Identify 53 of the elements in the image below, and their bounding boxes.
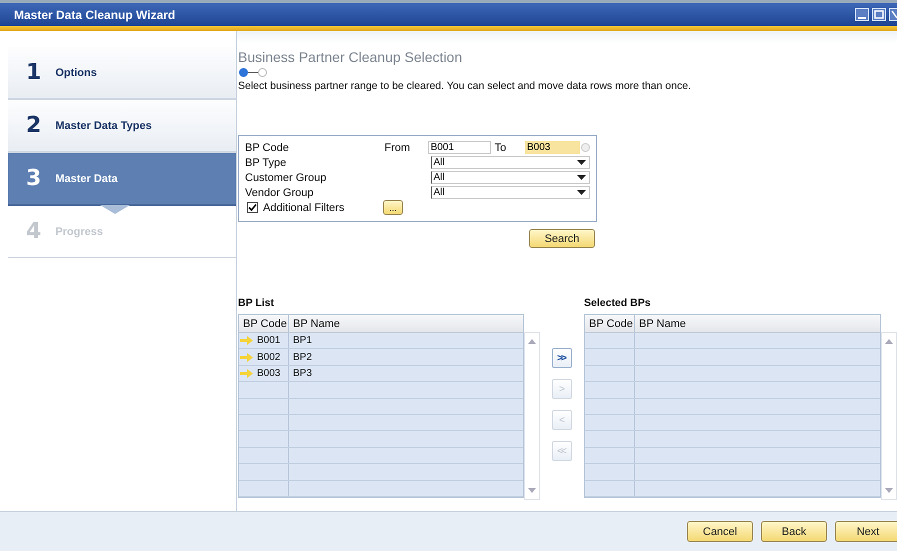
list-title: Selected BPs xyxy=(584,297,652,309)
input-field[interactable]: B001 xyxy=(428,141,491,154)
field-label: Vendor Group xyxy=(245,186,314,198)
arrow-icon xyxy=(240,368,253,378)
lookup-icon[interactable] xyxy=(580,143,590,152)
column-header: BP Name xyxy=(638,316,687,332)
scroll-up-icon[interactable] xyxy=(528,339,536,344)
instruction-text: Select business partner range to be cleared. You can select and move data rows more than once. xyxy=(238,80,692,92)
more-button[interactable]: ... xyxy=(383,200,403,215)
scrollbar[interactable] xyxy=(881,332,897,500)
search-button[interactable]: Search xyxy=(529,229,595,248)
maximize-icon[interactable] xyxy=(872,8,886,21)
input-field[interactable]: B003 xyxy=(524,141,580,154)
footer-button[interactable]: Back xyxy=(761,521,827,542)
page-title: Business Partner Cleanup Selection xyxy=(238,49,464,65)
field-label: BP Code xyxy=(245,142,290,154)
footer-button[interactable]: Next xyxy=(835,521,897,542)
wizard-step[interactable]: 2 Master Data Types xyxy=(8,100,236,153)
wizard-step[interactable]: 1 Options xyxy=(8,47,236,100)
table-cell-text: BP3 xyxy=(292,366,313,381)
field-label: BP Type xyxy=(245,156,288,168)
footer-button[interactable]: Cancel xyxy=(687,521,753,542)
checkbox-label: Additional Filters xyxy=(263,202,346,214)
table-cell: B002 xyxy=(257,352,280,363)
close-icon[interactable] xyxy=(889,8,897,21)
table-cell-text: BP2 xyxy=(292,350,313,365)
checkbox[interactable] xyxy=(247,202,258,213)
arrow-icon xyxy=(240,336,253,346)
column-header: BP Code xyxy=(585,315,635,332)
dropdown[interactable]: All xyxy=(430,171,590,184)
field-label: Customer Group xyxy=(245,172,328,184)
dropdown[interactable]: All xyxy=(430,156,590,169)
list-title: BP List xyxy=(238,297,275,309)
table-cell: B003 xyxy=(257,368,280,379)
transfer-button[interactable]: >> xyxy=(552,348,572,368)
dropdown-arrow-icon xyxy=(577,160,586,165)
scroll-up-icon[interactable] xyxy=(885,339,893,344)
field-label: From xyxy=(384,142,412,154)
scroll-down-icon[interactable] xyxy=(885,488,893,493)
window-title: Master Data Cleanup Wizard xyxy=(14,8,176,22)
minimize-icon[interactable] xyxy=(855,8,869,21)
table-cell: B001 xyxy=(257,335,280,346)
scrollbar[interactable] xyxy=(524,332,540,500)
arrow-icon xyxy=(240,352,253,362)
column-header: BP Name xyxy=(292,316,341,332)
field-label: To xyxy=(494,142,508,154)
scroll-down-icon[interactable] xyxy=(528,488,536,493)
table-cell-text: BP1 xyxy=(292,334,313,348)
dropdown-arrow-icon xyxy=(577,190,586,195)
column-header: BP Code xyxy=(239,315,289,332)
step-pointer-icon xyxy=(100,205,130,215)
dropdown-arrow-icon xyxy=(577,175,586,180)
dropdown[interactable]: All xyxy=(430,186,590,199)
